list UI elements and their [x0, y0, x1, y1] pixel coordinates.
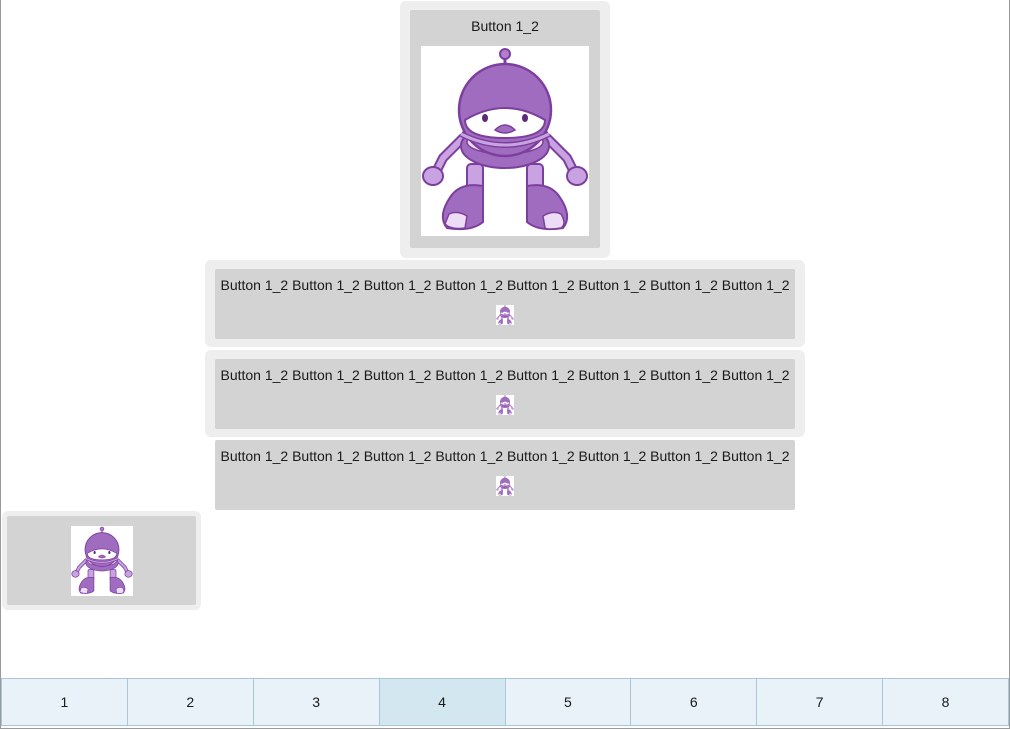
button-label: Button 1_2 [471, 18, 539, 34]
robot-image [496, 395, 514, 415]
button-label: Button 1_2 Button 1_2 Button 1_2 Button … [220, 277, 790, 293]
tab-label: 1 [60, 694, 69, 710]
image-button-wide-3[interactable]: Button 1_2 Button 1_2 Button 1_2 Button … [215, 440, 795, 510]
image-only-button[interactable] [7, 516, 196, 605]
robot-mascot-icon [496, 305, 514, 325]
tab-label: 7 [815, 694, 824, 710]
robot-mascot-icon [421, 46, 589, 236]
tab-label: 4 [438, 694, 446, 710]
tab-8[interactable]: 8 [883, 678, 1009, 726]
robot-image [496, 476, 514, 496]
tab-bar: 1 2 3 4 5 6 7 8 [1, 678, 1009, 728]
window-frame-left [0, 0, 1, 729]
robot-mascot-icon [71, 526, 133, 596]
robot-image [421, 46, 589, 236]
tab-label: 5 [564, 694, 572, 710]
robot-image [70, 525, 133, 596]
tab-3[interactable]: 3 [253, 678, 380, 726]
image-button-large[interactable]: Button 1_2 [410, 10, 600, 248]
tab-label: 6 [689, 694, 698, 710]
tab-label: 8 [941, 694, 950, 710]
image-button-wide-1[interactable]: Button 1_2 Button 1_2 Button 1_2 Button … [215, 269, 795, 339]
button-label: Button 1_2 Button 1_2 Button 1_2 Button … [220, 367, 790, 383]
tab-1[interactable]: 1 [1, 678, 128, 726]
tab-5[interactable]: 5 [505, 678, 632, 726]
image-button-wide-2[interactable]: Button 1_2 Button 1_2 Button 1_2 Button … [215, 359, 795, 429]
tab-label: 2 [186, 694, 195, 710]
tab-4[interactable]: 4 [379, 678, 506, 726]
robot-mascot-icon [496, 476, 514, 496]
robot-image [496, 305, 514, 325]
tab-label: 3 [312, 694, 321, 710]
tab-6[interactable]: 6 [631, 678, 758, 726]
robot-mascot-icon [496, 395, 514, 415]
tab-7[interactable]: 7 [757, 678, 884, 726]
button-label: Button 1_2 Button 1_2 Button 1_2 Button … [220, 448, 790, 464]
tab-2[interactable]: 2 [127, 678, 254, 726]
